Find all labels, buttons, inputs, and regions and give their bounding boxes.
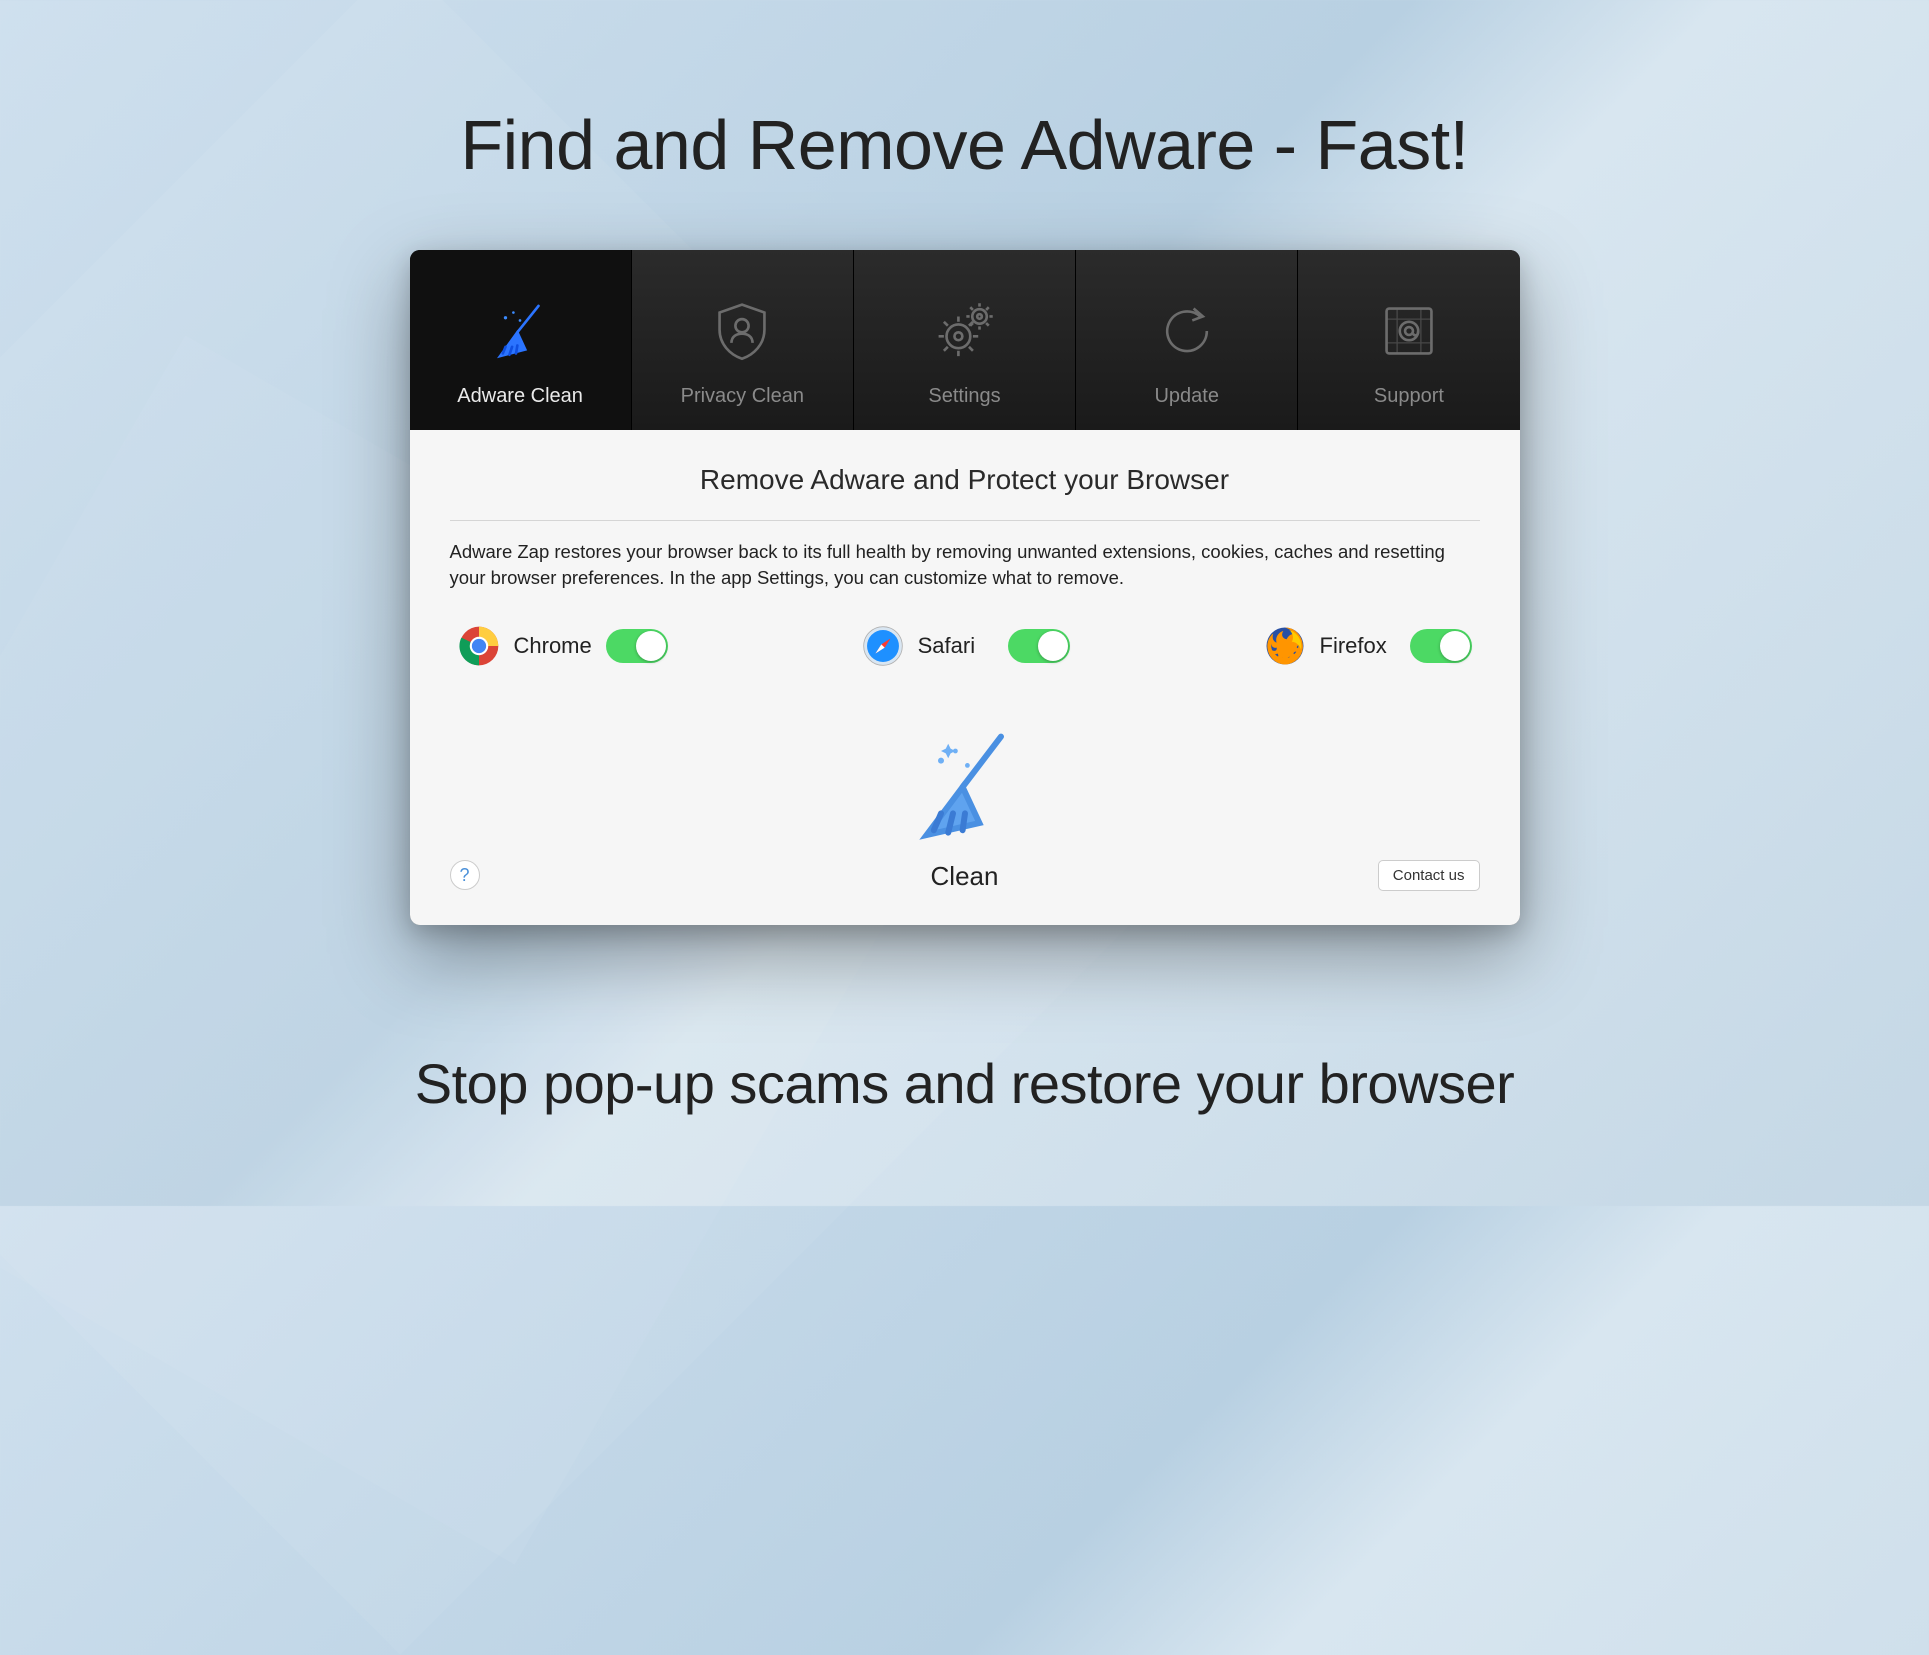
- chrome-toggle[interactable]: [606, 629, 668, 663]
- gears-icon: [932, 295, 998, 367]
- browser-toggles: Chrome Safari: [450, 619, 1480, 677]
- promo-subhead: Stop pop-up scams and restore your brows…: [0, 1051, 1929, 1116]
- browser-row-safari: Safari: [862, 625, 1070, 667]
- content-title: Remove Adware and Protect your Browser: [450, 460, 1480, 521]
- app-window: Adware Clean Privacy Clean: [410, 250, 1520, 925]
- tab-label: Support: [1374, 385, 1444, 408]
- toolbar: Adware Clean Privacy Clean: [410, 250, 1520, 430]
- firefox-icon: [1264, 625, 1306, 667]
- browser-row-chrome: Chrome: [458, 625, 668, 667]
- safari-toggle[interactable]: [1008, 629, 1070, 663]
- tab-privacy-clean[interactable]: Privacy Clean: [632, 250, 854, 430]
- safari-icon: [862, 625, 904, 667]
- broom-icon: [905, 727, 1025, 847]
- shield-user-icon: [709, 295, 775, 367]
- tab-label: Privacy Clean: [681, 385, 804, 408]
- stamp-at-icon: [1376, 295, 1442, 367]
- tab-label: Update: [1154, 385, 1219, 408]
- firefox-toggle[interactable]: [1410, 629, 1472, 663]
- tab-label: Settings: [928, 385, 1000, 408]
- broom-icon: [487, 295, 553, 367]
- promo-headline: Find and Remove Adware - Fast!: [0, 105, 1929, 185]
- browser-label: Safari: [918, 633, 994, 659]
- tab-settings[interactable]: Settings: [854, 250, 1076, 430]
- help-button[interactable]: ?: [450, 860, 480, 890]
- tab-adware-clean[interactable]: Adware Clean: [410, 250, 632, 430]
- tab-support[interactable]: Support: [1298, 250, 1519, 430]
- browser-row-firefox: Firefox: [1264, 625, 1472, 667]
- main-content: Remove Adware and Protect your Browser A…: [410, 430, 1520, 925]
- tab-label: Adware Clean: [457, 385, 583, 408]
- browser-label: Firefox: [1320, 633, 1396, 659]
- contact-us-button[interactable]: Contact us: [1378, 860, 1480, 891]
- tab-update[interactable]: Update: [1076, 250, 1298, 430]
- refresh-icon: [1154, 295, 1220, 367]
- chrome-icon: [458, 625, 500, 667]
- content-description: Adware Zap restores your browser back to…: [450, 521, 1480, 619]
- browser-label: Chrome: [514, 633, 592, 659]
